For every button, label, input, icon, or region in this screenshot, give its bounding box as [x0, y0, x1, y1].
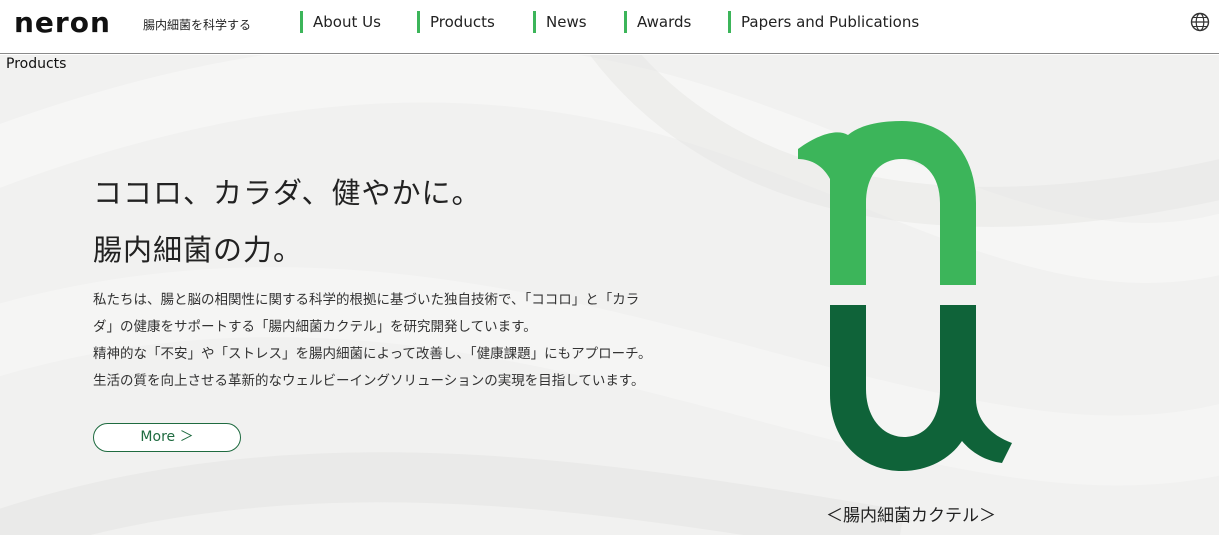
description-line: 生活の質を向上させる革新的なウェルビーイングソリューションの実現を目指しています…: [93, 373, 645, 389]
svg-text:neron: neron: [14, 9, 111, 37]
tagline: 腸内細菌を科学する: [143, 18, 252, 32]
neron-logo[interactable]: neron: [14, 9, 126, 37]
breadcrumb-products: Products: [6, 56, 67, 72]
mark-caption: ＜腸内細菌カクテル＞: [826, 506, 996, 526]
description-line: ダ」の健康をサポートする「腸内細菌カクテル」を研究開発しています。: [93, 319, 537, 335]
neron-nu-mark: [798, 121, 1012, 471]
nav-news[interactable]: News: [533, 11, 587, 33]
nav-awards[interactable]: Awards: [624, 11, 691, 33]
description-line: 精神的な「不安」や「ストレス」を腸内細菌によって改善し、「健康課題」にもアプロー…: [93, 346, 652, 362]
nav-about-us[interactable]: About Us: [300, 11, 381, 33]
more-button[interactable]: More ＞: [93, 423, 241, 452]
hero-headline-line1: ココロ、カラダ、健やかに。: [93, 176, 482, 210]
hero-headline-line2: 腸内細菌の力。: [93, 233, 304, 267]
globe-icon[interactable]: [1190, 12, 1210, 32]
nav-papers-and-publications[interactable]: Papers and Publications: [728, 11, 919, 33]
site-header: neron 腸内細菌を科学する About Us Products News A…: [0, 0, 1219, 54]
hero-description: 私たちは、腸と脳の相関性に関する科学的根拠に基づいた独自技術で、「ココロ」と「カ…: [93, 287, 733, 395]
hero-section: ココロ、カラダ、健やかに。 腸内細菌の力。 私たちは、腸と脳の相関性に関する科学…: [0, 55, 1219, 535]
nav-products[interactable]: Products: [417, 11, 495, 33]
description-line: 私たちは、腸と脳の相関性に関する科学的根拠に基づいた独自技術で、「ココロ」と「カ…: [93, 292, 640, 308]
